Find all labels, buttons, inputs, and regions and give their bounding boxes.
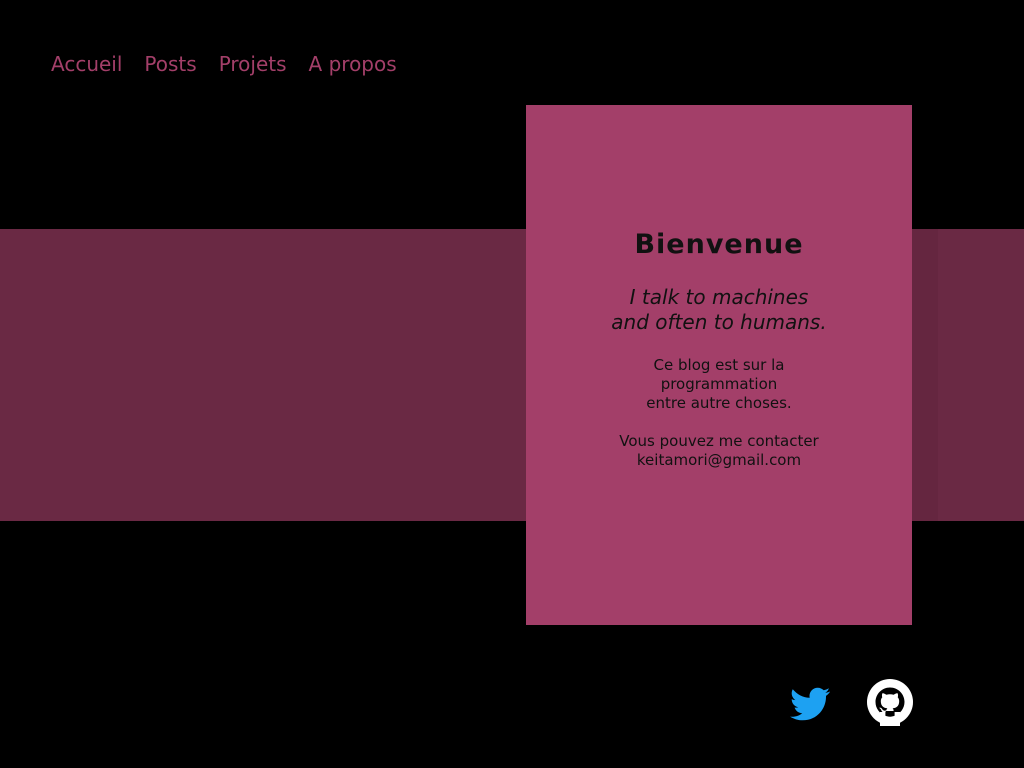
nav-link-posts[interactable]: Posts — [144, 50, 196, 78]
contact-email[interactable]: keitamori@gmail.com — [526, 451, 912, 470]
github-link[interactable] — [866, 678, 914, 726]
nav-link-projets[interactable]: Projets — [219, 50, 287, 78]
nav-link-accueil[interactable]: Accueil — [51, 50, 122, 78]
github-icon — [867, 679, 913, 726]
twitter-icon — [790, 687, 830, 721]
twitter-link[interactable] — [786, 678, 834, 726]
tagline: I talk to machines and often to humans. — [526, 285, 912, 335]
description-line: Ce blog est sur la — [653, 356, 785, 374]
blog-description: Ce blog est sur la programmation entre a… — [526, 356, 912, 413]
hero-band-shadow — [912, 229, 938, 521]
tagline-line: I talk to machines — [629, 285, 809, 309]
nav-link-a-propos[interactable]: A propos — [309, 50, 397, 78]
description-line: programmation — [660, 375, 778, 393]
page-title: Bienvenue — [634, 229, 804, 260]
tagline-line: and often to humans. — [611, 310, 827, 334]
description-line: entre autre choses. — [646, 394, 792, 412]
contact-info: Vous pouvez me contacter keitamori@gmail… — [526, 432, 912, 470]
social-links — [786, 678, 914, 726]
main-nav: Accueil Posts Projets A propos — [51, 50, 397, 78]
contact-text: Vous pouvez me contacter — [619, 432, 819, 450]
welcome-card: Bienvenue I talk to machines and often t… — [526, 105, 912, 625]
